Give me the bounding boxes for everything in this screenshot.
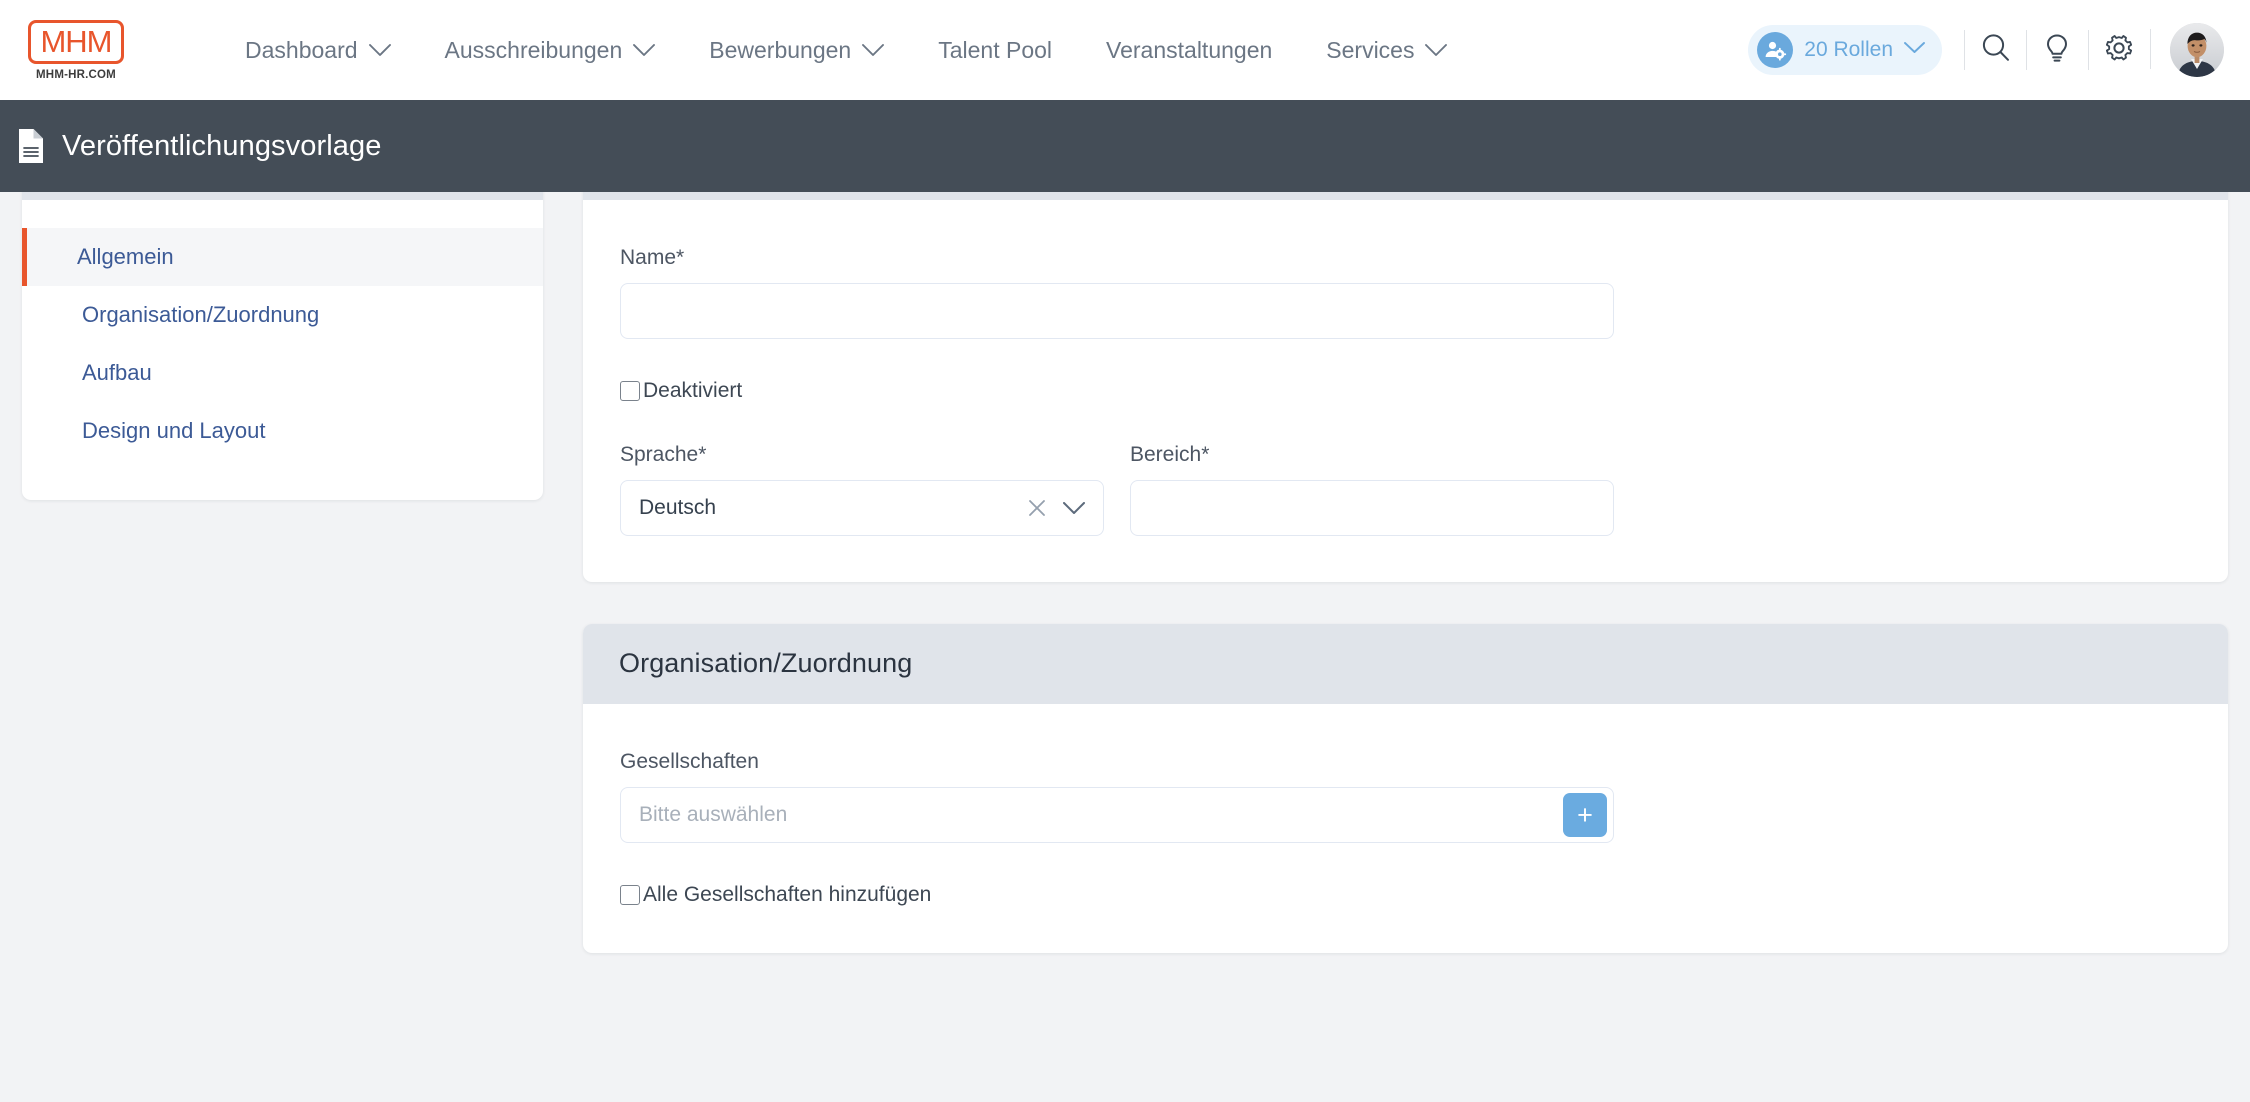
sidebar-label-design-und-layout: Design und Layout xyxy=(82,418,266,443)
tips-button[interactable] xyxy=(2026,24,2088,76)
sprache-field-group: Sprache* Deutsch xyxy=(620,443,1104,536)
nav-label-veranstaltungen: Veranstaltungen xyxy=(1106,36,1273,63)
roles-count-label: 20 Rollen xyxy=(1804,38,1893,61)
top-navigation-bar: MHM MHM-HR.COM Dashboard Ausschreibungen… xyxy=(0,0,2250,100)
gesellschaften-label: Gesellschaften xyxy=(620,750,759,773)
nav-item-bewerbungen[interactable]: Bewerbungen xyxy=(682,27,911,74)
add-gesellschaft-button[interactable]: + xyxy=(1563,793,1607,837)
page-title-bar: Veröffentlichungsvorlage xyxy=(0,100,2250,192)
nav-item-services[interactable]: Services xyxy=(1299,27,1474,74)
gear-icon xyxy=(2103,32,2135,69)
nav-label-bewerbungen: Bewerbungen xyxy=(709,36,852,63)
brand-logo[interactable]: MHM MHM-HR.COM xyxy=(22,19,130,81)
main-menu: Dashboard Ausschreibungen Bewerbungen Ta… xyxy=(218,27,1474,74)
name-label: Name* xyxy=(620,246,685,269)
chevron-down-icon xyxy=(368,43,391,57)
avatar-image xyxy=(2170,23,2224,77)
section-organisation-zuordnung: Organisation/Zuordnung Gesellschaften Bi… xyxy=(583,624,2228,953)
nav-label-dashboard: Dashboard xyxy=(245,36,358,63)
alle-gesellschaften-checkbox-row: Alle Gesellschaften hinzufügen xyxy=(620,883,2191,907)
section-organisation-header: Organisation/Zuordnung xyxy=(583,624,2228,704)
document-icon xyxy=(16,128,46,164)
bereich-label: Bereich* xyxy=(1130,443,1210,466)
form-column: Allgemein Name* Deaktiviert Sprache* Deu… xyxy=(583,120,2250,953)
top-right-actions: 20 Rollen xyxy=(1748,23,2224,77)
sidebar-label-aufbau: Aufbau xyxy=(82,360,152,385)
gesellschaften-placeholder: Bitte auswählen xyxy=(639,803,788,826)
chevron-down-icon xyxy=(633,43,656,57)
name-input[interactable] xyxy=(620,283,1614,339)
nav-item-dashboard[interactable]: Dashboard xyxy=(218,27,418,74)
gesellschaften-multiselect[interactable]: Bitte auswählen + xyxy=(620,787,1614,843)
deaktiviert-label[interactable]: Deaktiviert xyxy=(643,379,742,403)
section-organisation-heading: Organisation/Zuordnung xyxy=(619,648,913,678)
bereich-field-group: Bereich* xyxy=(1130,443,1614,536)
lightbulb-icon xyxy=(2042,32,2072,69)
nav-label-services: Services xyxy=(1326,36,1415,63)
alle-gesellschaften-label[interactable]: Alle Gesellschaften hinzufügen xyxy=(643,883,931,907)
logo-mark: MHM xyxy=(28,19,124,64)
sprache-bereich-row: Sprache* Deutsch Bereich* xyxy=(620,443,2191,536)
sidebar-item-aufbau[interactable]: Aufbau xyxy=(22,344,543,402)
sprache-selected-value: Deutsch xyxy=(639,496,717,519)
sidebar-item-allgemein[interactable]: Allgemein xyxy=(22,228,543,286)
chevron-down-icon[interactable] xyxy=(1063,501,1085,515)
close-icon[interactable] xyxy=(1027,498,1047,518)
user-gear-icon xyxy=(1757,32,1794,68)
deaktiviert-checkbox-row: Deaktiviert xyxy=(620,379,2191,403)
deaktiviert-checkbox[interactable] xyxy=(620,381,640,401)
nav-item-ausschreibungen[interactable]: Ausschreibungen xyxy=(418,27,683,74)
section-organisation-body: Gesellschaften Bitte auswählen + Alle Ge… xyxy=(583,704,2228,953)
chevron-down-icon xyxy=(1904,41,1925,59)
navigation-list: Allgemein Organisation/Zuordnung Aufbau … xyxy=(22,200,543,500)
logo-text: MHM xyxy=(40,23,112,59)
page-content: Navigation Allgemein Organisation/Zuordn… xyxy=(0,120,2250,953)
name-field-group: Name* xyxy=(620,246,1614,339)
bereich-input[interactable] xyxy=(1130,480,1614,536)
search-icon xyxy=(1979,31,2012,69)
sidebar-item-design-und-layout[interactable]: Design und Layout xyxy=(22,402,543,460)
sprache-select-actions xyxy=(1027,498,1085,518)
sidebar-label-allgemein: Allgemein xyxy=(77,244,174,269)
nav-label-talent-pool: Talent Pool xyxy=(938,36,1053,63)
nav-item-talent-pool[interactable]: Talent Pool xyxy=(911,27,1079,74)
page-title: Veröffentlichungsvorlage xyxy=(62,129,382,162)
nav-label-ausschreibungen: Ausschreibungen xyxy=(444,36,623,63)
sprache-select[interactable]: Deutsch xyxy=(620,480,1104,536)
alle-gesellschaften-checkbox[interactable] xyxy=(620,885,640,905)
section-allgemein-body: Name* Deaktiviert Sprache* Deutsch Berei… xyxy=(583,200,2228,582)
logo-domain: MHM-HR.COM xyxy=(36,68,116,81)
settings-button[interactable] xyxy=(2088,24,2150,76)
nav-item-veranstaltungen[interactable]: Veranstaltungen xyxy=(1079,27,1299,74)
sidebar-label-organisation-zuordnung: Organisation/Zuordnung xyxy=(82,302,320,327)
gesellschaften-field-group: Gesellschaften Bitte auswählen + xyxy=(620,750,2191,843)
search-button[interactable] xyxy=(1964,24,2026,76)
user-avatar[interactable] xyxy=(2150,23,2224,77)
sidebar-item-organisation-zuordnung[interactable]: Organisation/Zuordnung xyxy=(22,286,543,344)
roles-selector-button[interactable]: 20 Rollen xyxy=(1748,25,1942,75)
chevron-down-icon xyxy=(1425,43,1448,57)
chevron-down-icon xyxy=(862,43,885,57)
sprache-label: Sprache* xyxy=(620,443,707,466)
header-icon-group xyxy=(1964,24,2150,76)
